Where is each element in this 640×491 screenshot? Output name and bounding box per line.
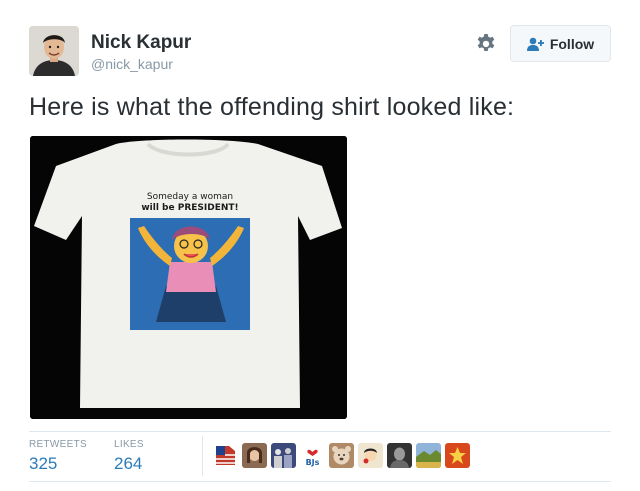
shirt-slogan-line2: will be PRESIDENT! — [141, 203, 238, 213]
stats-separator — [202, 436, 203, 476]
liker-avatar-landscape[interactable] — [416, 443, 441, 468]
liker-avatar-bjs[interactable]: BJs — [300, 443, 325, 468]
woman-avatar-icon — [242, 443, 267, 468]
tweet-text: Here is what the offending shirt looked … — [29, 93, 515, 121]
liker-avatar-emblem[interactable] — [445, 443, 470, 468]
crowd-avatar-icon — [271, 443, 296, 468]
bjs-logo-avatar-icon: BJs — [300, 443, 325, 468]
add-user-icon — [526, 37, 544, 51]
bjs-logo-text: BJs — [306, 458, 320, 467]
liker-avatar-woman[interactable] — [242, 443, 267, 468]
follow-button-label: Follow — [549, 35, 595, 52]
liker-avatar-cartoon[interactable] — [358, 443, 383, 468]
tshirt-image: Someday a woman will be PRESIDENT! — [30, 136, 347, 419]
stats-bottom-divider — [29, 481, 611, 482]
emblem-avatar-icon — [445, 443, 470, 468]
landscape-avatar-icon — [416, 443, 441, 468]
flag-avatar-icon — [213, 443, 238, 468]
follow-button[interactable]: Follow — [510, 25, 611, 62]
stats-top-divider — [29, 431, 611, 432]
likes-count[interactable]: 264 — [114, 454, 142, 474]
likes-label: LIKES — [114, 439, 144, 450]
liker-avatar-portrait[interactable] — [387, 443, 412, 468]
bear-avatar-icon — [329, 443, 354, 468]
profile-photo-icon — [29, 26, 79, 76]
retweets-count[interactable]: 325 — [29, 454, 57, 474]
portrait-avatar-icon — [387, 443, 412, 468]
liker-avatar-bear[interactable] — [329, 443, 354, 468]
user-avatar[interactable] — [29, 26, 79, 76]
gear-icon[interactable] — [474, 32, 498, 56]
tweet-photo[interactable]: Someday a woman will be PRESIDENT! — [30, 136, 347, 419]
liker-avatar-crowd[interactable] — [271, 443, 296, 468]
liker-avatar-flag[interactable] — [213, 443, 238, 468]
likers-avatars: BJs — [213, 443, 470, 468]
shirt-slogan-line1: Someday a woman — [147, 192, 233, 202]
user-name[interactable]: Nick Kapur — [91, 32, 191, 54]
cartoon-avatar-icon — [358, 443, 383, 468]
retweets-label: RETWEETS — [29, 439, 87, 450]
user-handle[interactable]: @nick_kapur — [91, 56, 173, 72]
